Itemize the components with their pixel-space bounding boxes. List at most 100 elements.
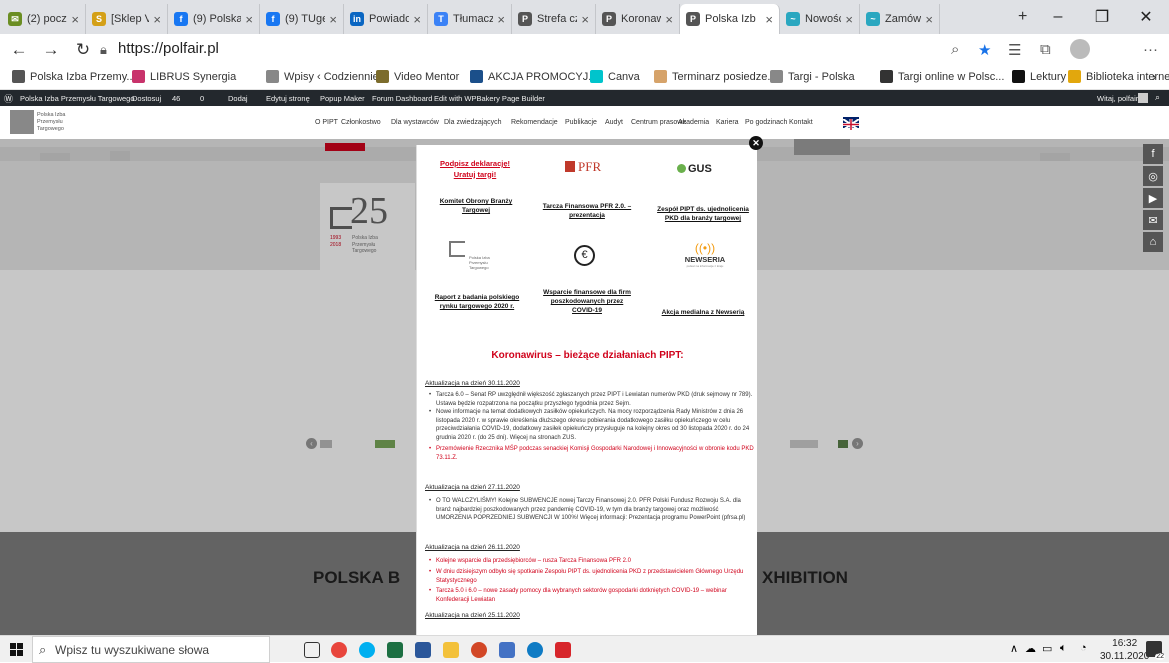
bookmark-item[interactable]: AKCJA PROMOCYJ...: [470, 70, 597, 83]
site-nav-item[interactable]: O PIPT: [315, 119, 338, 126]
bookmark-item[interactable]: Canva: [590, 70, 640, 83]
tab-close-icon[interactable]: ×: [581, 12, 589, 27]
favorites-bar-icon[interactable]: ☰: [1008, 41, 1021, 59]
euro-icon[interactable]: €: [574, 245, 595, 266]
back-button[interactable]: ←: [4, 40, 34, 60]
site-logo[interactable]: [10, 110, 34, 134]
refresh-button[interactable]: ↻: [68, 40, 98, 60]
update-bullet[interactable]: Przemówienie Rzecznika MŚP podczas senac…: [425, 445, 755, 462]
notifications-icon[interactable]: 22: [1146, 641, 1165, 660]
modal-close-button[interactable]: ✕: [749, 136, 763, 150]
excel-icon[interactable]: [387, 642, 403, 658]
bookmark-item[interactable]: Wpisy ‹ Codziennie...: [266, 70, 388, 83]
onedrive-icon[interactable]: ☁: [1025, 642, 1036, 655]
site-nav-item[interactable]: Audyt: [605, 119, 623, 126]
youtube-icon[interactable]: ▶: [1143, 188, 1163, 208]
site-nav-item[interactable]: Rekomendacje: [511, 119, 558, 126]
tab-close-icon[interactable]: ×: [329, 12, 337, 27]
cell-committee[interactable]: Komitet Obrony Branży Targowej: [431, 197, 521, 215]
update-date-link[interactable]: Aktualizacja na dzień 30.11.2020: [425, 380, 520, 387]
wp-avatar[interactable]: [1138, 93, 1148, 103]
skype-icon[interactable]: [359, 642, 375, 658]
browser-tab[interactable]: P Strefa czł ×: [512, 4, 596, 34]
bookmark-item[interactable]: Targi online w Polsc...: [880, 70, 1004, 83]
update-date-link[interactable]: Aktualizacja na dzień 26.11.2020: [425, 544, 520, 551]
sitemap-icon[interactable]: ⌂: [1143, 232, 1163, 252]
chrome-icon[interactable]: [331, 642, 347, 658]
update-bullet[interactable]: W dniu dzisiejszym odbyło się spotkanie …: [425, 568, 755, 585]
bookmark-item[interactable]: LIBRUS Synergia: [132, 70, 236, 83]
file-explorer-icon[interactable]: [443, 642, 459, 658]
wp-admin-item[interactable]: Dodaj: [228, 94, 248, 103]
wp-admin-item[interactable]: Dostosuj: [132, 94, 161, 103]
volume-icon[interactable]: 🔈︎: [1060, 642, 1067, 655]
cell-pkd-team[interactable]: Zespół PIPT ds. ujednolicenia PKD dla br…: [651, 205, 755, 223]
wp-admin-item[interactable]: Popup Maker: [320, 94, 365, 103]
site-nav-item[interactable]: Publikacje: [565, 119, 597, 126]
wp-admin-item[interactable]: 0: [200, 94, 204, 103]
browser-tab[interactable]: f (9) Polska ×: [168, 4, 260, 34]
bookmark-item[interactable]: Video Mentor: [376, 70, 459, 83]
tab-close-icon[interactable]: ×: [497, 12, 505, 27]
facebook-icon[interactable]: f: [1143, 144, 1163, 164]
update-bullet[interactable]: Tarcza 5.0 i 6.0 – nowe zasady pomocy dl…: [425, 587, 755, 604]
site-nav-item[interactable]: Akademia: [678, 119, 709, 126]
close-window-button[interactable]: ✕: [1124, 0, 1168, 34]
tab-close-icon[interactable]: ×: [765, 12, 773, 27]
browser-tab[interactable]: f (9) TUget ×: [260, 4, 344, 34]
powerpoint-icon[interactable]: [471, 642, 487, 658]
wp-admin-item[interactable]: 46: [172, 94, 180, 103]
browser-tab[interactable]: ~ Zamówie×: [860, 4, 940, 34]
tab-close-icon[interactable]: ×: [71, 12, 79, 27]
wp-admin-item[interactable]: Edit with WPBakery Page Builder: [434, 94, 545, 103]
browser-tab[interactable]: P Polska Izb ×: [680, 4, 780, 34]
instagram-icon[interactable]: ◎: [1143, 166, 1163, 186]
bookmark-item[interactable]: Lektury: [1012, 70, 1066, 83]
browser-tab[interactable]: P Koronawi ×: [596, 4, 680, 34]
cell-media-action[interactable]: Akcja medialna z Newserią: [653, 308, 753, 317]
taskbar-clock[interactable]: 16:32 30.11.2020: [1100, 638, 1149, 663]
bookmark-item[interactable]: Terminarz posiedze...: [654, 70, 777, 83]
browser-tab[interactable]: in Powiadom ×: [344, 4, 428, 34]
site-nav-item[interactable]: Dla zwiedzających: [444, 119, 502, 126]
browser-tab[interactable]: S [Sklep Va ×: [86, 4, 168, 34]
uk-flag-icon[interactable]: [842, 117, 860, 131]
favorite-star-icon[interactable]: ★: [978, 41, 991, 59]
browser-tab[interactable]: T Tłumacz G×: [428, 4, 512, 34]
site-nav-item[interactable]: Członkostwo: [341, 119, 381, 126]
update-date-link[interactable]: Aktualizacja na dzień 25.11.2020: [425, 612, 520, 619]
site-nav-item[interactable]: Kontakt: [789, 119, 813, 126]
acrobat-icon[interactable]: [555, 642, 571, 658]
tray-chevron-icon[interactable]: ∧: [1010, 642, 1018, 655]
word-icon[interactable]: [415, 642, 431, 658]
wp-admin-item[interactable]: Forum Dashboard: [372, 94, 432, 103]
bookmark-item[interactable]: Polska Izba Przemy...: [12, 70, 136, 83]
site-nav-item[interactable]: Dla wystawców: [391, 119, 439, 126]
site-nav-item[interactable]: Kariera: [716, 119, 739, 126]
browser-tab[interactable]: ~ Nowości ×: [780, 4, 860, 34]
zoom-icon[interactable]: ⌕: [951, 41, 959, 58]
gus-logo[interactable]: GUS: [677, 163, 712, 175]
tab-close-icon[interactable]: ×: [245, 12, 253, 27]
cell-pfr-shield[interactable]: Tarcza Finansowa PFR 2.0. – prezentacja: [537, 202, 637, 220]
wifi-icon[interactable]: ◔: [1080, 642, 1087, 654]
pfr-logo[interactable]: PFR: [565, 159, 601, 175]
bookmarks-overflow-chevron-icon[interactable]: ›: [1152, 69, 1156, 84]
tab-close-icon[interactable]: ×: [413, 12, 421, 27]
cell-report[interactable]: Raport z badania polskiego rynku targowe…: [427, 293, 527, 311]
profile-avatar[interactable]: [1070, 39, 1090, 59]
taskbar-search-input[interactable]: ⌕ Wpisz tu wyszukiwane słowa: [32, 636, 270, 663]
task-view-icon[interactable]: [304, 642, 320, 658]
newsletter-icon[interactable]: ✉: [1143, 210, 1163, 230]
update-bullet[interactable]: Kolejne wsparcie dla przedsiębiorców – r…: [425, 557, 755, 566]
maximize-button[interactable]: ❐: [1080, 0, 1124, 34]
collections-icon[interactable]: ⧉: [1040, 41, 1051, 58]
edge-icon[interactable]: [527, 642, 543, 658]
tab-close-icon[interactable]: ×: [665, 12, 673, 27]
update-date-link[interactable]: Aktualizacja na dzień 27.11.2020: [425, 484, 520, 491]
forward-button[interactable]: →: [36, 40, 66, 60]
new-tab-button[interactable]: +: [1018, 8, 1027, 26]
wp-admin-item[interactable]: Edytuj stronę: [266, 94, 310, 103]
more-menu-icon[interactable]: ···: [1143, 41, 1158, 58]
cell-declaration[interactable]: Podpisz deklarację! Uratuj targi!: [425, 159, 525, 180]
